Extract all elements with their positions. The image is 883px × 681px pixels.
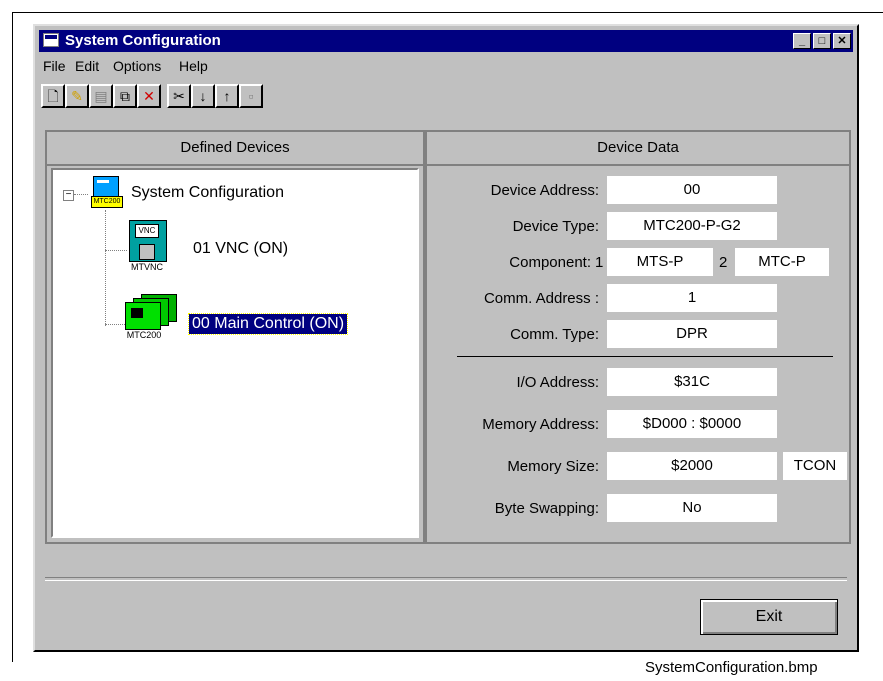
device-data-pane: Device Data Device Address: 00 Device Ty… — [425, 130, 851, 544]
exit-button[interactable]: Exit — [700, 599, 838, 635]
minimize-button[interactable]: _ — [793, 33, 811, 49]
memory-address-field[interactable]: $D000 : $0000 — [607, 410, 777, 438]
cut-button[interactable]: ✂ — [167, 84, 191, 108]
paste-button[interactable]: ▤ — [89, 84, 113, 108]
close-button[interactable]: ✕ — [833, 33, 851, 49]
figure-caption: SystemConfiguration.bmp — [645, 659, 818, 676]
edit-icon: ✎ — [71, 88, 83, 104]
properties-icon: ▫ — [248, 88, 254, 104]
edit-button[interactable]: ✎ — [65, 84, 89, 108]
maximize-button[interactable]: □ — [813, 33, 831, 49]
device-data-header: Device Data — [427, 132, 849, 166]
move-down-icon: ↓ — [199, 88, 207, 104]
title-bar[interactable]: System Configuration _ □ ✕ — [39, 30, 853, 52]
system-configuration-icon: MTC200 — [91, 176, 123, 208]
comm-address-label: Comm. Address : — [483, 290, 599, 307]
delete-icon: ✕ — [143, 88, 155, 104]
device-type-field[interactable]: MTC200-P-G2 — [607, 212, 777, 240]
copy-icon: ⧉ — [120, 88, 130, 104]
component-label: Component: — [509, 254, 591, 271]
figure-frame-left — [12, 12, 13, 662]
io-address-field[interactable]: $31C — [607, 368, 777, 396]
new-button[interactable]: 🗋 — [41, 84, 65, 108]
menu-help[interactable]: Help — [179, 58, 208, 74]
io-address-label: I/O Address: — [516, 374, 599, 391]
component-1-field[interactable]: MTS-P — [607, 248, 713, 276]
byte-swapping-label: Byte Swapping: — [494, 500, 599, 517]
defined-devices-header: Defined Devices — [47, 132, 423, 166]
main-control-device-icon: MTC200 — [119, 290, 179, 342]
byte-swapping-field[interactable]: No — [607, 494, 777, 522]
memory-address-label: Memory Address: — [482, 416, 599, 433]
component-1-number: 1 — [595, 254, 604, 271]
status-separator — [45, 577, 847, 581]
menu-file[interactable]: File — [43, 58, 66, 74]
tree-item-vnc[interactable]: 01 VNC (ON) — [193, 240, 288, 258]
section-divider — [457, 356, 833, 357]
comm-type-field[interactable]: DPR — [607, 320, 777, 348]
move-up-icon: ↑ — [223, 88, 231, 104]
window-icon[interactable] — [43, 33, 59, 47]
copy-button[interactable]: ⧉ — [113, 84, 137, 108]
move-up-button[interactable]: ↑ — [215, 84, 239, 108]
tree-connector — [74, 194, 88, 195]
figure-frame-top — [12, 12, 883, 13]
memory-size-field[interactable]: $2000 — [607, 452, 777, 480]
new-icon: 🗋 — [47, 88, 59, 104]
component-2-field[interactable]: MTC-P — [735, 248, 829, 276]
cut-icon: ✂ — [173, 88, 185, 104]
menu-edit[interactable]: Edit — [75, 58, 99, 74]
vnc-device-icon: VNC MTVNC — [127, 220, 167, 276]
device-tree[interactable]: − MTC200 System Configuration VNC MTVNC … — [51, 168, 419, 538]
window-title: System Configuration — [65, 32, 221, 49]
defined-devices-pane: Defined Devices − MTC200 System Configur… — [45, 130, 425, 544]
properties-button[interactable]: ▫ — [239, 84, 263, 108]
component-2-number: 2 — [719, 254, 728, 271]
comm-type-label: Comm. Type: — [510, 326, 599, 343]
delete-button[interactable]: ✕ — [137, 84, 161, 108]
menu-options[interactable]: Options — [113, 58, 161, 74]
tree-connector — [105, 250, 127, 251]
collapse-icon[interactable]: − — [63, 190, 74, 201]
memory-size-label: Memory Size: — [507, 458, 599, 475]
device-address-field[interactable]: 00 — [607, 176, 777, 204]
system-configuration-window: System Configuration _ □ ✕ File Edit Opt… — [33, 24, 859, 652]
paste-icon: ▤ — [94, 88, 108, 104]
tree-connector — [105, 210, 106, 326]
tree-item-main-control[interactable]: 00 Main Control (ON) — [187, 313, 349, 335]
device-address-label: Device Address: — [490, 182, 599, 199]
device-type-label: Device Type: — [512, 218, 599, 235]
comm-address-field[interactable]: 1 — [607, 284, 777, 312]
tree-item-system-configuration[interactable]: System Configuration — [131, 184, 284, 202]
memory-size-tcon-field[interactable]: TCON — [783, 452, 847, 480]
move-down-button[interactable]: ↓ — [191, 84, 215, 108]
